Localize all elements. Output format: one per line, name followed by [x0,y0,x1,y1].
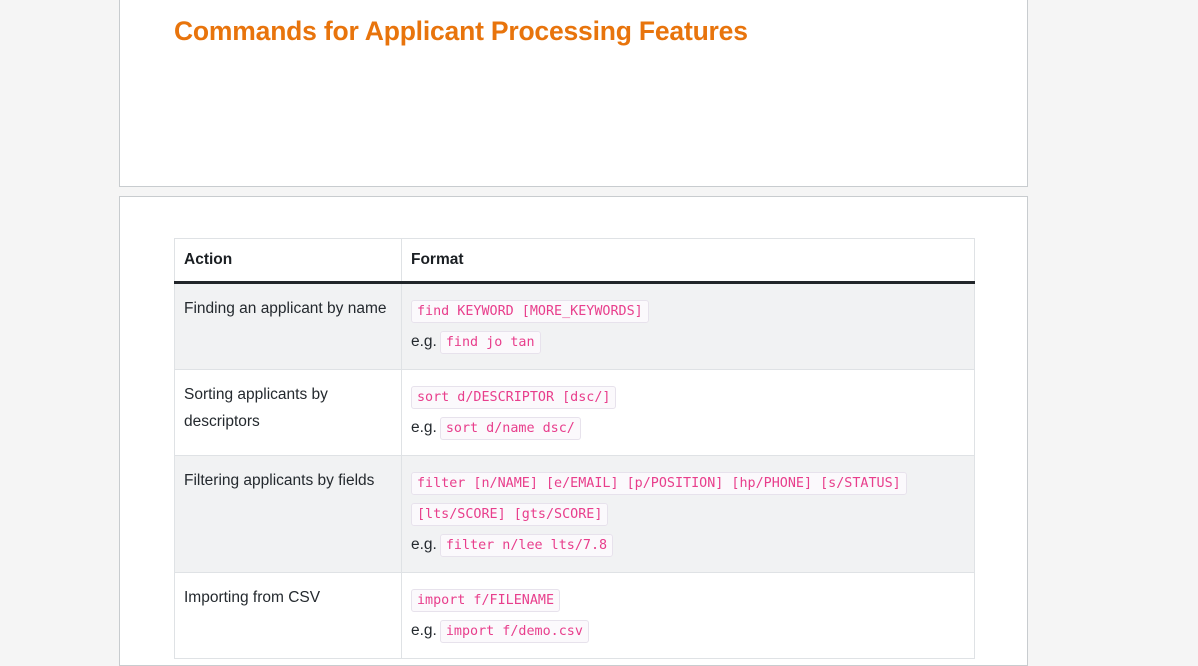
format-line: find KEYWORD [MORE_KEYWORDS] [411,295,966,326]
cell-action: Filtering applicants by fields [174,455,402,573]
action-label: Finding an applicant by name [184,300,387,317]
example-label: e.g. [411,622,437,639]
command-format-code: find KEYWORD [MORE_KEYWORDS] [411,300,649,323]
command-example-code: find jo tan [439,331,541,354]
cell-action: Sorting applicants by descriptors [174,369,402,456]
commands-table: Action Format Finding an applicant by na… [174,238,975,659]
cell-action: Finding an applicant by name [174,282,402,370]
table-body: Finding an applicant by name find KEYWOR… [174,282,975,659]
table-row: Importing from CSV import f/FILENAME e.g… [174,572,975,659]
page-title: Commands for Applicant Processing Featur… [174,16,748,46]
action-label: Filtering applicants by fields [184,472,375,489]
cell-format: filter [n/NAME] [e/EMAIL] [p/POSITION] [… [401,455,975,573]
cell-format: find KEYWORD [MORE_KEYWORDS] e.g. find jo… [401,282,975,370]
example-line: e.g. find jo tan [411,326,966,357]
cell-format: sort d/DESCRIPTOR [dsc/] e.g. sort d/name… [401,369,975,456]
title-card: Commands for Applicant Processing Featur… [119,0,1028,187]
example-line: e.g. sort d/name dsc/ [411,412,966,443]
command-format-code: filter [n/NAME] [e/EMAIL] [p/POSITION] [… [411,472,907,526]
table-row: Sorting applicants by descriptors sort d… [174,369,975,456]
page-root: Commands for Applicant Processing Featur… [0,0,1198,666]
column-header-format: Format [401,238,975,284]
action-label: Importing from CSV [184,589,321,606]
table-row: Filtering applicants by fields filter [n… [174,455,975,573]
command-example-code: sort d/name dsc/ [439,417,581,440]
command-format-code: sort d/DESCRIPTOR [dsc/] [411,386,617,409]
example-label: e.g. [411,536,437,553]
cell-format: import f/FILENAME e.g. import f/demo.csv [401,572,975,659]
table-header: Action Format [174,238,975,284]
action-label: Sorting applicants by descriptors [184,386,328,431]
command-example-code: filter n/lee lts/7.8 [439,534,614,557]
command-format-code: import f/FILENAME [411,589,561,612]
cell-action: Importing from CSV [174,572,402,659]
example-line: e.g. filter n/lee lts/7.8 [411,529,966,560]
table-row: Finding an applicant by name find KEYWOR… [174,282,975,370]
table-header-row: Action Format [174,238,975,284]
example-label: e.g. [411,419,437,436]
format-line: sort d/DESCRIPTOR [dsc/] [411,381,966,412]
example-line: e.g. import f/demo.csv [411,615,966,646]
format-line: filter [n/NAME] [e/EMAIL] [p/POSITION] [… [411,467,966,529]
example-label: e.g. [411,333,437,350]
column-header-action: Action [174,238,402,284]
content-card: Action Format Finding an applicant by na… [119,196,1028,666]
format-line: import f/FILENAME [411,584,966,615]
